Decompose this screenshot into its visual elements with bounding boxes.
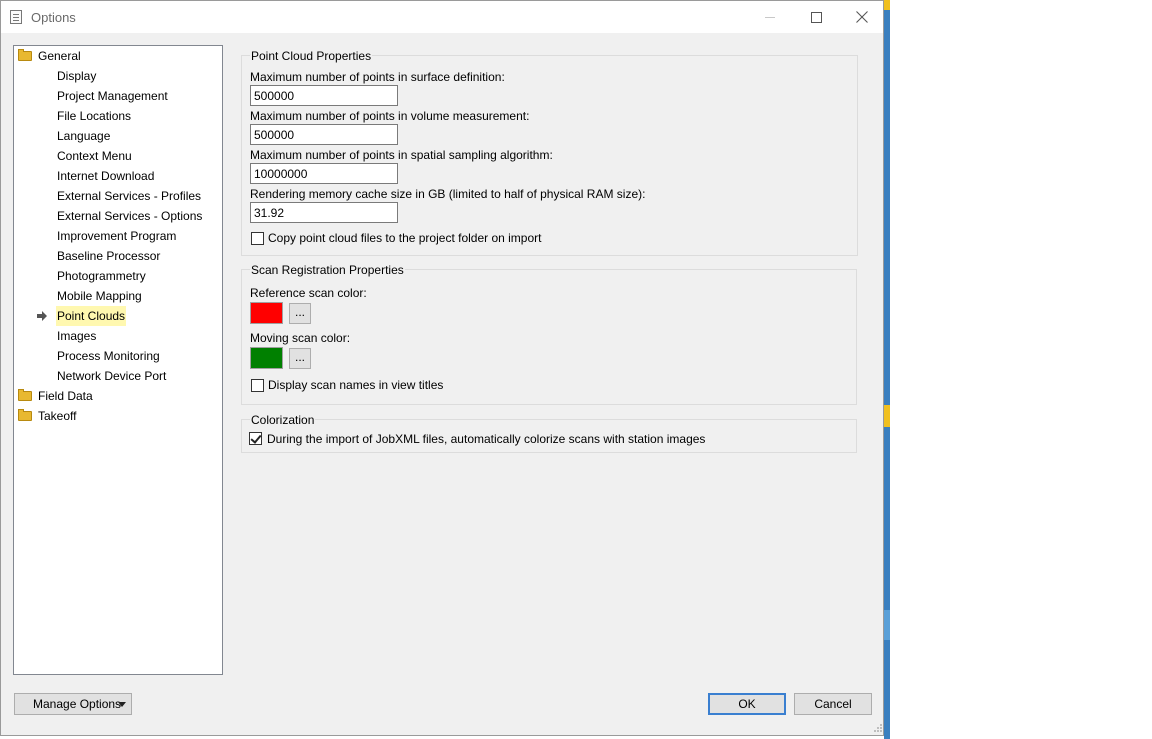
tree-item-label: External Services - Profiles <box>57 189 202 203</box>
moving-color-swatch[interactable] <box>250 347 283 369</box>
minimize-button[interactable] <box>747 1 793 33</box>
auto-colorize-checkbox[interactable] <box>249 432 262 445</box>
folder-icon <box>18 49 32 61</box>
options-app-icon <box>10 10 22 24</box>
auto-colorize-label[interactable]: During the import of JobXML files, autom… <box>267 432 705 446</box>
cache-size-label: Rendering memory cache size in GB (limit… <box>250 187 646 201</box>
tree-item-label: Takeoff <box>38 409 77 423</box>
background-application <box>884 0 890 739</box>
tree-item-label: Network Device Port <box>57 369 167 383</box>
display-scan-names-checkbox[interactable] <box>251 379 264 392</box>
folder-icon <box>18 389 32 401</box>
tree-item-label: Process Monitoring <box>57 349 160 363</box>
surface-points-input[interactable] <box>250 85 398 106</box>
minimize-icon <box>765 16 775 18</box>
tree-item-network-device-port[interactable]: Network Device Port <box>57 366 166 386</box>
reference-color-picker-button[interactable]: ... <box>289 303 311 324</box>
tree-item-project-management[interactable]: Project Management <box>57 86 168 106</box>
tree-item-process-monitoring[interactable]: Process Monitoring <box>57 346 160 366</box>
tree-item-label: General <box>38 49 81 63</box>
dropdown-arrow-icon <box>118 702 126 707</box>
copy-files-checkbox[interactable] <box>251 232 264 245</box>
tree-item-images[interactable]: Images <box>57 326 96 346</box>
colorization-group: Colorization During the import of JobXML… <box>241 413 857 453</box>
volume-points-input[interactable] <box>250 124 398 145</box>
tree-item-general[interactable]: General <box>14 46 214 66</box>
resize-grip-icon[interactable] <box>873 723 883 733</box>
group-title: Scan Registration Properties <box>250 263 405 277</box>
options-tree[interactable]: General Display Project Management File … <box>13 45 223 675</box>
tree-item-file-locations[interactable]: File Locations <box>57 106 131 126</box>
options-dialog: Options General Display Project Manageme… <box>0 0 884 736</box>
tree-item-improvement-program[interactable]: Improvement Program <box>57 226 176 246</box>
moving-color-label: Moving scan color: <box>250 331 351 345</box>
tree-item-external-services-options[interactable]: External Services - Options <box>57 206 202 226</box>
copy-files-label[interactable]: Copy point cloud files to the project fo… <box>268 231 541 245</box>
tree-item-mobile-mapping[interactable]: Mobile Mapping <box>57 286 142 306</box>
point-cloud-properties-group: Point Cloud Properties Maximum number of… <box>241 49 858 256</box>
close-icon <box>856 11 868 23</box>
surface-points-label: Maximum number of points in surface defi… <box>250 70 505 84</box>
display-scan-names-label[interactable]: Display scan names in view titles <box>268 378 443 392</box>
tree-item-context-menu[interactable]: Context Menu <box>57 146 132 166</box>
reference-color-swatch[interactable] <box>250 302 283 324</box>
tree-item-display[interactable]: Display <box>57 66 96 86</box>
tree-item-label: Project Management <box>57 89 168 103</box>
volume-points-label: Maximum number of points in volume measu… <box>250 109 530 123</box>
maximize-button[interactable] <box>793 1 839 33</box>
moving-color-picker-button[interactable]: ... <box>289 348 311 369</box>
background-accent <box>884 610 890 640</box>
tree-item-label: Improvement Program <box>57 229 177 243</box>
selected-arrow-icon <box>37 311 47 321</box>
tree-item-field-data[interactable]: Field Data <box>14 386 214 406</box>
sampling-points-label: Maximum number of points in spatial samp… <box>250 148 553 162</box>
tree-item-internet-download[interactable]: Internet Download <box>57 166 154 186</box>
manage-options-label: Manage Options <box>33 697 122 711</box>
tree-item-language[interactable]: Language <box>57 126 110 146</box>
maximize-icon <box>810 11 822 23</box>
group-title: Point Cloud Properties <box>250 49 373 63</box>
tree-item-label: Display <box>57 69 97 83</box>
tree-item-label: Internet Download <box>57 169 155 183</box>
tree-item-label: External Services - Options <box>57 209 203 223</box>
tree-item-label: Baseline Processor <box>57 249 161 263</box>
tree-item-label: Language <box>57 129 111 143</box>
ok-button[interactable]: OK <box>708 693 786 715</box>
title-bar: Options <box>1 1 883 33</box>
scan-registration-group: Scan Registration Properties Reference s… <box>241 263 857 405</box>
cache-size-input[interactable] <box>250 202 398 223</box>
tree-item-label: File Locations <box>57 109 132 123</box>
tree-item-label: Photogrammetry <box>57 269 146 283</box>
tree-item-point-clouds[interactable]: Point Clouds <box>14 306 214 326</box>
tree-item-label: Mobile Mapping <box>57 289 142 303</box>
tree-item-photogrammetry[interactable]: Photogrammetry <box>57 266 146 286</box>
folder-icon <box>18 409 32 421</box>
background-accent <box>884 405 890 427</box>
tree-item-label: Field Data <box>38 389 93 403</box>
group-title: Colorization <box>250 413 316 427</box>
tree-item-baseline-processor[interactable]: Baseline Processor <box>57 246 160 266</box>
close-button[interactable] <box>839 1 885 33</box>
tree-item-label: Context Menu <box>57 149 132 163</box>
sampling-points-input[interactable] <box>250 163 398 184</box>
cancel-button[interactable]: Cancel <box>794 693 872 715</box>
window-title: Options <box>31 10 76 25</box>
tree-item-external-services-profiles[interactable]: External Services - Profiles <box>57 186 201 206</box>
reference-color-label: Reference scan color: <box>250 286 367 300</box>
tree-item-label: Images <box>57 329 97 343</box>
tree-item-label: Point Clouds <box>56 306 127 326</box>
manage-options-dropdown[interactable]: Manage Options <box>14 693 132 715</box>
tree-item-takeoff[interactable]: Takeoff <box>14 406 214 426</box>
